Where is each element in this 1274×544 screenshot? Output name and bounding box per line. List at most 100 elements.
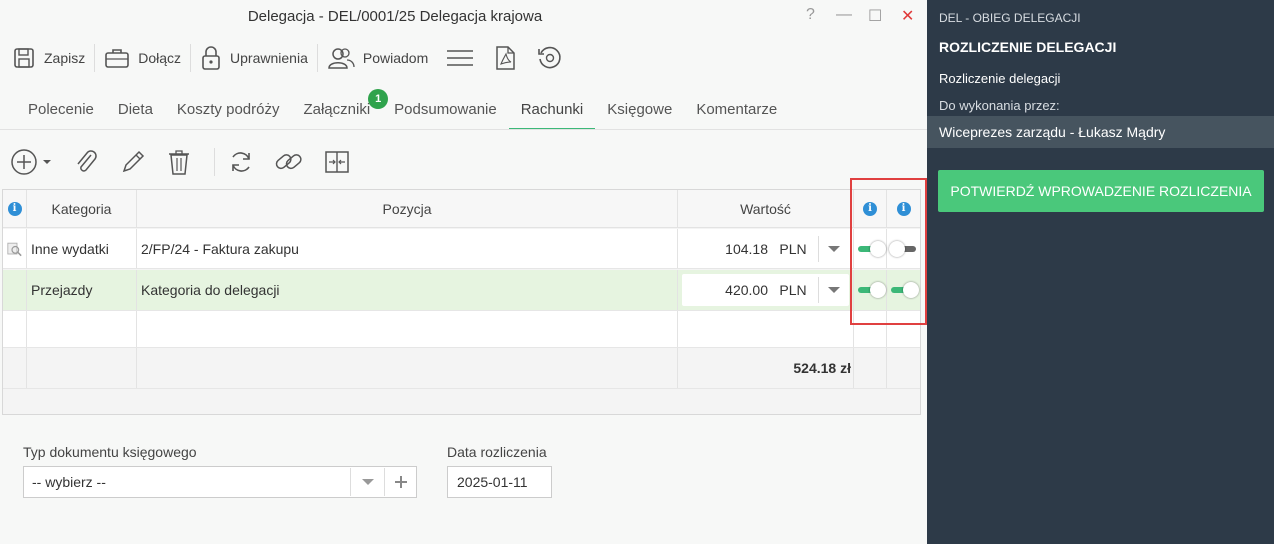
permissions-label: Uprawnienia xyxy=(230,50,308,66)
help-icon[interactable]: ? xyxy=(806,6,815,24)
info-icon[interactable]: i xyxy=(7,201,22,216)
link-icon xyxy=(275,154,302,170)
toolbar-divider xyxy=(190,44,192,72)
chevron-down-icon xyxy=(827,287,840,293)
toolbar-divider xyxy=(316,44,318,72)
doc-type-select[interactable]: -- wybierz -- xyxy=(23,466,417,498)
close-icon[interactable]: ✕ xyxy=(901,6,914,26)
doc-type-dropdown[interactable] xyxy=(350,468,384,496)
split-button[interactable] xyxy=(324,149,350,175)
paperclip-icon xyxy=(77,150,97,172)
row-value-cell: 104.18 PLN xyxy=(678,229,854,268)
row-category: Inne wydatki xyxy=(27,229,137,268)
toolbar-divider xyxy=(214,148,215,176)
value-amount: 104.18 xyxy=(725,240,768,257)
empty-cell xyxy=(3,348,27,388)
settlement-date-field[interactable]: 2025-01-11 xyxy=(447,466,552,498)
delegation-window: Delegacja - DEL/0001/25 Delegacja krajow… xyxy=(0,0,927,544)
refresh-button[interactable] xyxy=(228,149,254,175)
totals-row: 524.18 zł xyxy=(3,348,920,389)
value-currency: PLN xyxy=(779,282,807,298)
menu-button[interactable] xyxy=(440,42,488,74)
pdf-button[interactable] xyxy=(488,42,530,74)
tab-zalaczniki[interactable]: Załączniki 1 xyxy=(291,89,389,130)
total-value: 524.18 zł xyxy=(678,348,854,388)
hamburger-icon xyxy=(447,50,474,66)
save-label: Zapisz xyxy=(44,50,86,66)
row-preview-cell xyxy=(3,270,27,310)
users-icon xyxy=(328,48,355,69)
chevron-down-icon xyxy=(361,479,374,485)
link-button[interactable] xyxy=(274,148,304,176)
briefcase-icon xyxy=(105,49,130,68)
delete-button[interactable] xyxy=(167,148,191,176)
window-title: Delegacja - DEL/0001/25 Delegacja krajow… xyxy=(247,8,543,25)
empty-cell xyxy=(887,348,920,388)
row-value-cell: 420.00 PLN xyxy=(678,270,854,310)
header-category[interactable]: Kategoria xyxy=(27,190,137,227)
attach-button[interactable]: Dołącz xyxy=(98,42,187,74)
empty-cell xyxy=(678,311,854,347)
tab-podsumowanie[interactable]: Podsumowanie xyxy=(382,96,509,130)
step-name: Rozliczenie delegacji xyxy=(939,71,1061,86)
history-button[interactable] xyxy=(530,42,578,74)
table-row[interactable]: Inne wydatki 2/FP/24 - Faktura zakupu 10… xyxy=(3,229,920,269)
plus-icon xyxy=(394,476,407,488)
info-column-header: i xyxy=(3,190,27,227)
save-icon xyxy=(14,48,34,68)
tab-rachunki[interactable]: Rachunki xyxy=(508,96,596,130)
confirm-settlement-button[interactable]: POTWIERDŹ WPROWADZENIE ROZLICZENIA xyxy=(938,170,1264,212)
row-preview-cell xyxy=(3,229,27,268)
row-position: Kategoria do delegacji xyxy=(137,270,678,310)
header-position[interactable]: Pozycja xyxy=(137,190,678,227)
empty-cell xyxy=(137,311,678,347)
table-row[interactable]: Przejazdy Kategoria do delegacji 420.00 … xyxy=(3,270,920,310)
settlement-date-label: Data rozliczenia xyxy=(447,444,547,460)
doc-type-value: -- wybierz -- xyxy=(32,474,106,490)
tab-ksiegowe[interactable]: Księgowe xyxy=(595,96,684,130)
add-doc-type-button[interactable] xyxy=(384,468,416,496)
split-columns-icon xyxy=(325,151,349,173)
value-field[interactable]: 104.18 PLN xyxy=(682,232,849,265)
tab-dieta[interactable]: Dieta xyxy=(106,96,165,130)
tab-koszty-podrozy[interactable]: Koszty podróży xyxy=(165,96,292,130)
workflow-sidebar: DEL - OBIEG DELEGACJI ROZLICZENIE DELEGA… xyxy=(927,0,1274,544)
minimize-icon[interactable]: — xyxy=(836,6,852,24)
currency-dropdown[interactable] xyxy=(818,277,848,303)
empty-cell xyxy=(854,348,887,388)
assignee: Wiceprezes zarządu - Łukasz Mądry xyxy=(927,116,1274,148)
add-button[interactable] xyxy=(10,148,53,176)
process-name: DEL - OBIEG DELEGACJI xyxy=(939,11,1081,25)
save-button[interactable]: Zapisz xyxy=(6,42,91,74)
value-field[interactable]: 420.00 PLN xyxy=(682,274,849,306)
grid-actions-toolbar xyxy=(10,145,370,179)
tab-zalaczniki-label: Załączniki xyxy=(303,101,371,118)
tab-polecenie[interactable]: Polecenie xyxy=(16,96,106,130)
stage-title: ROZLICZENIE DELEGACJI xyxy=(939,39,1117,55)
edit-button[interactable] xyxy=(119,148,147,176)
toolbar-divider xyxy=(94,44,96,72)
empty-cell xyxy=(3,311,27,347)
maximize-icon[interactable]: ☐ xyxy=(868,6,882,26)
doc-type-label: Typ dokumentu księgowego xyxy=(23,444,197,460)
empty-cell xyxy=(27,348,137,388)
magnifier-document-icon[interactable] xyxy=(7,240,22,258)
row-category: Przejazdy xyxy=(27,270,137,310)
pencil-icon xyxy=(122,150,145,173)
empty-cell xyxy=(137,348,678,388)
highlight-frame xyxy=(850,178,927,325)
header-value[interactable]: Wartość xyxy=(678,190,854,227)
pdf-icon xyxy=(496,46,515,70)
currency-dropdown[interactable] xyxy=(818,235,848,262)
notify-button[interactable]: Powiadom xyxy=(321,42,434,74)
tab-komentarze[interactable]: Komentarze xyxy=(684,96,789,130)
value-currency: PLN xyxy=(779,240,807,257)
dropdown-caret-icon xyxy=(43,160,51,164)
assigned-label: Do wykonania przez: xyxy=(939,98,1060,113)
permissions-button[interactable]: Uprawnienia xyxy=(194,42,314,74)
plus-circle-icon xyxy=(11,149,37,175)
tab-divider xyxy=(0,129,927,130)
table-row-empty[interactable] xyxy=(3,310,920,348)
trash-icon xyxy=(169,150,189,175)
attach-file-button[interactable] xyxy=(73,148,99,176)
